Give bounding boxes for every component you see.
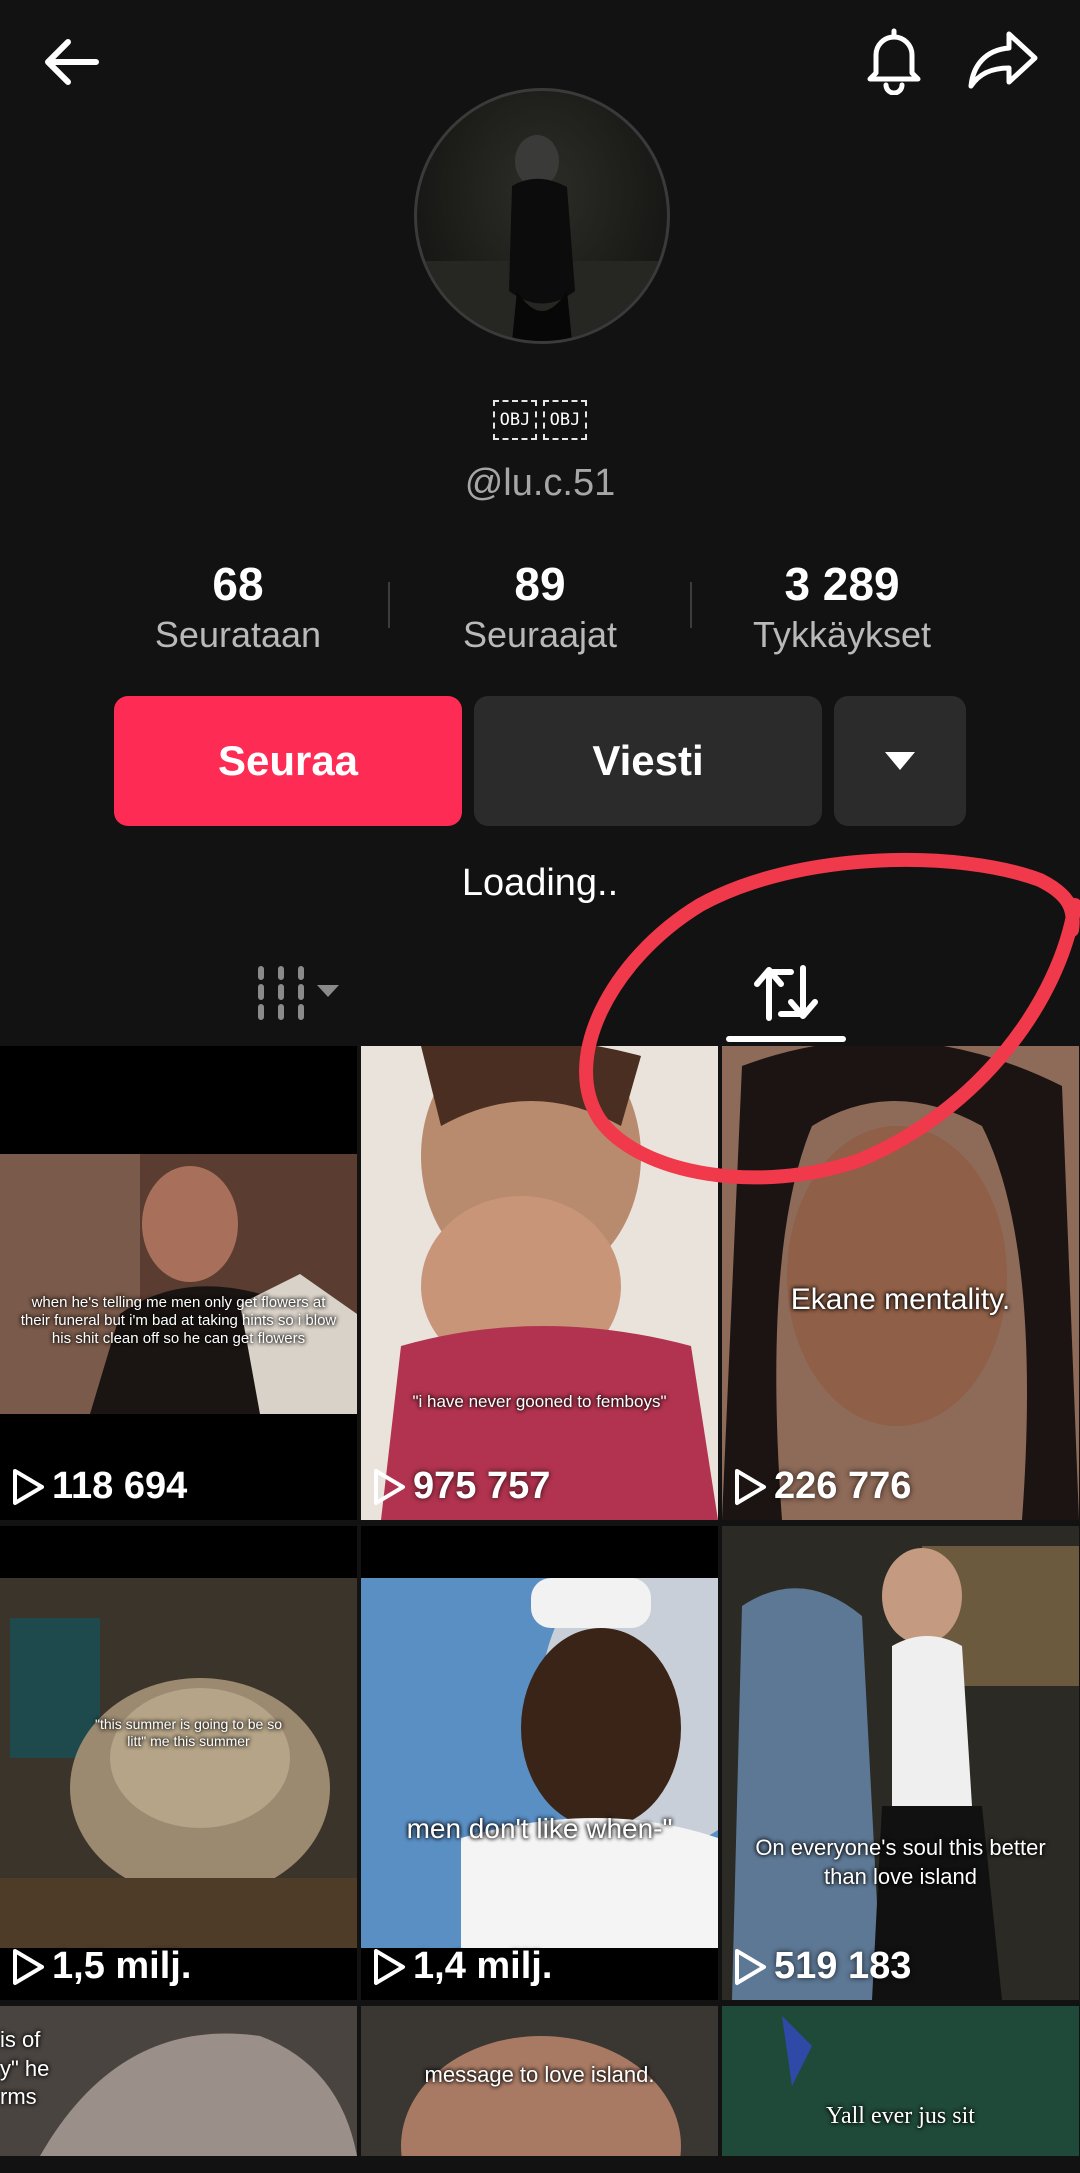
video-tile[interactable]: Ekane mentality. 226 776: [722, 1046, 1079, 1520]
share-button[interactable]: [958, 18, 1048, 102]
stat-followers[interactable]: 89 Seuraajat: [420, 560, 660, 656]
view-count-value: 226 776: [774, 1465, 912, 1507]
follow-button[interactable]: Seuraa: [114, 696, 462, 826]
view-count: 519 183: [732, 1945, 911, 1988]
view-count: 1,4 milj.: [371, 1945, 552, 1988]
video-grid-icon: [258, 966, 339, 1020]
video-thumbnail: [361, 1046, 718, 1520]
avatar-photo: [417, 135, 667, 341]
bio-text: Loading..: [461, 862, 619, 904]
video-thumbnail: [0, 1154, 357, 1414]
view-count-value: 1,5 milj.: [52, 1945, 192, 1987]
view-count: 975 757: [371, 1465, 550, 1508]
video-thumbnail: [722, 2006, 1079, 2156]
active-tab-indicator: [726, 1036, 846, 1042]
name-glyph: OBJ: [493, 400, 537, 440]
more-button[interactable]: [834, 696, 966, 826]
video-caption: message to love island.: [424, 2062, 655, 2087]
view-count: 118 694: [10, 1465, 187, 1508]
stat-likes[interactable]: 3 289 Tykkäykset: [722, 560, 962, 656]
back-button[interactable]: [30, 20, 114, 104]
stat-label: Tykkäykset: [752, 614, 932, 656]
tab-reposts[interactable]: [726, 948, 846, 1038]
video-grid: when he's telling me men only get flower…: [0, 1046, 1080, 2173]
divider: [388, 582, 390, 628]
message-button[interactable]: Viesti: [474, 696, 822, 826]
video-tile[interactable]: "this summer is going to be so litt" me …: [0, 1526, 357, 2000]
display-name: OBJ OBJ: [0, 400, 1080, 440]
view-count-value: 118 694: [52, 1465, 188, 1507]
stat-label: Seurataan: [154, 614, 322, 656]
repost-icon: [754, 965, 818, 1021]
notifications-button[interactable]: [852, 18, 936, 102]
video-tile[interactable]: "i have never gooned to femboys" 975 757: [361, 1046, 718, 1520]
play-icon: [13, 1948, 44, 1985]
video-caption: Yall ever jus sit: [826, 2103, 975, 2129]
video-tile[interactable]: message to love island.: [361, 2006, 718, 2156]
view-count: 226 776: [732, 1465, 911, 1508]
view-count-value: 975 757: [413, 1465, 551, 1507]
video-tile[interactable]: Yall ever jus sit: [722, 2006, 1079, 2156]
divider: [690, 582, 692, 628]
video-tile[interactable]: men don't like when-" 1,4 milj.: [361, 1526, 718, 2000]
video-caption: Ekane mentality.: [790, 1283, 1011, 1316]
stat-label: Seuraajat: [462, 614, 618, 656]
video-caption: "i have never gooned to femboys": [412, 1392, 667, 1411]
name-glyph: OBJ: [543, 400, 587, 440]
view-count-value: 1,4 milj.: [413, 1945, 553, 1987]
caret-down-icon: [885, 752, 915, 770]
video-thumbnail: [722, 1526, 1079, 2000]
view-count-value: 519 183: [774, 1945, 912, 1987]
stat-value: 89: [514, 558, 566, 610]
play-icon: [374, 1948, 405, 1985]
view-count: 1,5 milj.: [10, 1945, 191, 1988]
video-caption: when he's telling me men only get flower…: [20, 1294, 337, 1347]
bell-icon: [867, 28, 921, 95]
play-icon: [735, 1948, 766, 1985]
avatar[interactable]: [414, 88, 670, 344]
video-tile[interactable]: is of y" he rms: [0, 2006, 357, 2156]
stat-value: 68: [212, 558, 264, 610]
stat-following[interactable]: 68 Seurataan: [118, 560, 358, 656]
video-thumbnail: [361, 1578, 718, 1948]
stat-value: 3 289: [784, 558, 900, 610]
video-tile[interactable]: On everyone's soul this better than love…: [722, 1526, 1079, 2000]
video-caption: men don't like when-": [406, 1813, 673, 1844]
video-thumbnail: [0, 1578, 357, 1948]
username: @lu.c.51: [464, 462, 616, 504]
video-caption: "this summer is going to be so litt" me …: [94, 1716, 283, 1749]
play-icon: [735, 1468, 766, 1505]
video-tile[interactable]: when he's telling me men only get flower…: [0, 1046, 357, 1520]
video-caption: On everyone's soul this better than love…: [755, 1835, 1046, 1889]
share-arrow-icon: [968, 31, 1038, 89]
play-icon: [374, 1468, 405, 1505]
play-icon: [13, 1468, 44, 1505]
video-caption: is of y" he rms: [0, 2027, 50, 2110]
arrow-left-icon: [45, 39, 99, 85]
profile-tabs: [0, 940, 1080, 1044]
tab-videos[interactable]: [240, 950, 360, 1036]
